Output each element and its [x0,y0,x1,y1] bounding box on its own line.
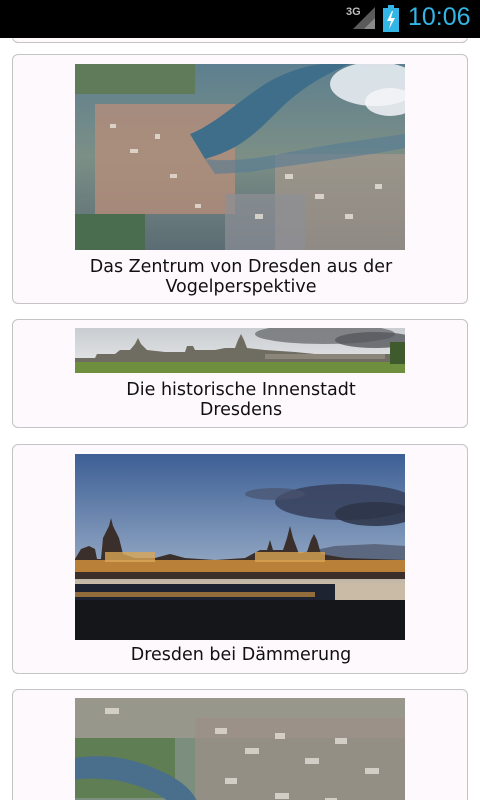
caption-line: Vogelperspektive [165,277,317,297]
dresden-dusk-skyline-photo [75,454,405,640]
gallery-card[interactable]: Das Zentrum von Dresden aus der Vogelper… [12,54,468,304]
gallery-list[interactable]: Das Zentrum von Dresden aus der Vogelper… [0,38,480,800]
caption-line: Dresden bei Dämmerung [130,645,352,665]
caption-line: Die historische Innenstadt [126,380,356,400]
gallery-card-previous[interactable] [12,38,468,43]
status-bar: 3G 10:06 [0,0,480,38]
gallery-card-caption: Dresden bei Dämmerung [13,645,469,665]
signal-icon [353,7,375,29]
gallery-card-caption: Das Zentrum von Dresden aus der Vogelper… [13,257,469,297]
gallery-card[interactable]: Die historische Innenstadt Dresdens [12,319,468,428]
battery-charging-icon [383,5,399,32]
caption-line: Dresdens [199,400,283,420]
clock: 10:06 [408,3,471,31]
aerial-city-river-photo [75,64,405,250]
gallery-card[interactable]: Dresden bei Dämmerung [12,444,468,674]
gallery-card-caption: Die historische Innenstadt Dresdens [13,380,469,420]
historic-skyline-panorama-photo [75,328,405,373]
aerial-river-districts-photo [75,698,405,800]
caption-line: Das Zentrum von Dresden aus der [89,257,393,277]
gallery-card[interactable] [12,689,468,800]
